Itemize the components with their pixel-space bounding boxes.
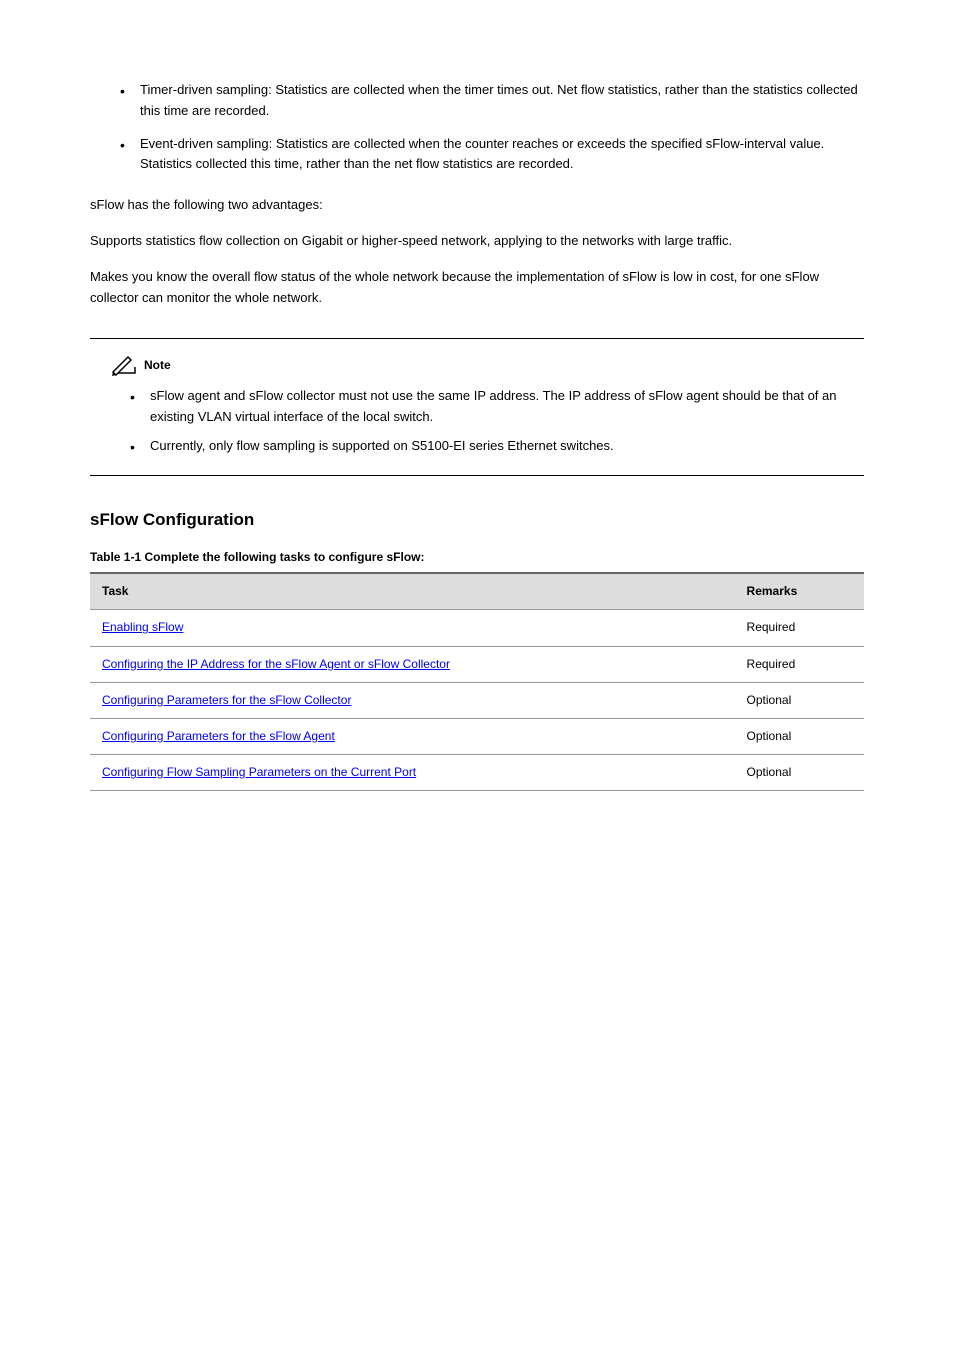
table-header-task: Task [90,573,735,610]
list-item-text: Timer-driven sampling: Statistics are co… [140,82,858,118]
table-row: Enabling sFlow Required [90,610,864,646]
note-label: Note [144,356,171,375]
remarks-cell: Optional [735,718,864,754]
remarks-cell: Optional [735,755,864,791]
table-caption: Table 1-1 Complete the following tasks t… [90,548,874,567]
table-row: Configuring Parameters for the sFlow Col… [90,682,864,718]
table-header-row: Task Remarks [90,573,864,610]
task-link-config-flow-sampling[interactable]: Configuring Flow Sampling Parameters on … [102,765,416,779]
table-header-remarks: Remarks [735,573,864,610]
note-box: Note sFlow agent and sFlow collector mus… [90,338,864,475]
list-item-text: Event-driven sampling: Statistics are co… [140,136,824,172]
task-link-config-agent[interactable]: Configuring Parameters for the sFlow Age… [102,729,335,743]
note-item-text: Currently, only flow sampling is support… [150,438,614,453]
list-item: Event-driven sampling: Statistics are co… [120,134,874,176]
config-tasks-table: Task Remarks Enabling sFlow Required Con… [90,572,864,791]
note-item-text: sFlow agent and sFlow collector must not… [150,388,837,424]
task-link-enable-sflow[interactable]: Enabling sFlow [102,620,183,634]
remarks-cell: Optional [735,682,864,718]
note-item: Currently, only flow sampling is support… [130,436,864,457]
remarks-cell: Required [735,646,864,682]
paragraph-advantage-2: Makes you know the overall flow status o… [80,267,874,309]
table-row: Configuring the IP Address for the sFlow… [90,646,864,682]
remarks-cell: Required [735,610,864,646]
note-header: Note [90,354,864,376]
task-link-config-ip[interactable]: Configuring the IP Address for the sFlow… [102,657,450,671]
table-row: Configuring Flow Sampling Parameters on … [90,755,864,791]
section-title: sFlow Configuration [90,506,874,533]
list-item: Timer-driven sampling: Statistics are co… [120,80,874,122]
paragraph-advantage-1: Supports statistics flow collection on G… [80,231,874,252]
note-list: sFlow agent and sFlow collector must not… [90,386,864,456]
note-icon [110,354,138,376]
feature-list: Timer-driven sampling: Statistics are co… [80,80,874,175]
table-row: Configuring Parameters for the sFlow Age… [90,718,864,754]
task-link-config-collector[interactable]: Configuring Parameters for the sFlow Col… [102,693,351,707]
paragraph-advantages-intro: sFlow has the following two advantages: [80,195,874,216]
note-item: sFlow agent and sFlow collector must not… [130,386,864,428]
